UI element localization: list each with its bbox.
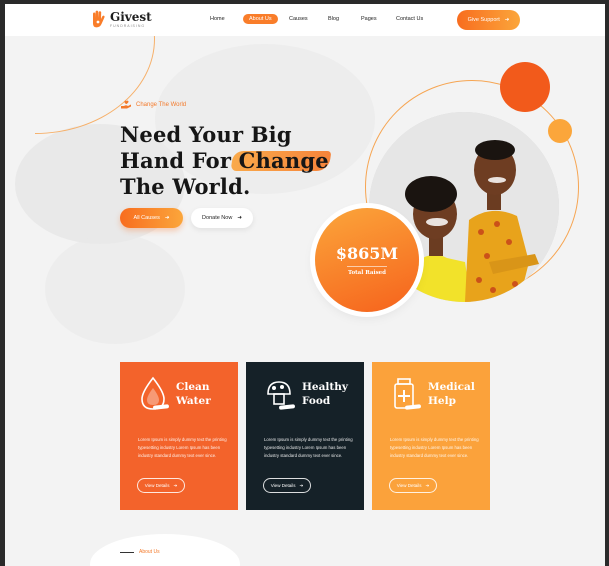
about-eyebrow: About Us	[120, 549, 160, 555]
view-details-button[interactable]: View Details ➜	[137, 478, 185, 493]
hand-heart-icon	[121, 100, 131, 109]
divider	[347, 266, 387, 267]
arrow-right-icon: ➜	[173, 482, 178, 488]
divider	[120, 551, 134, 553]
hero-title-line-2: Hand For Change	[120, 148, 329, 174]
arrow-right-icon: ➜	[425, 482, 430, 488]
hero-title-highlight: Change	[238, 148, 329, 173]
nav-about-us[interactable]: About Us	[243, 14, 278, 24]
arrow-right-icon: ➜	[164, 215, 170, 221]
eyebrow-text: Change The World	[136, 101, 187, 108]
view-details-label: View Details	[270, 483, 296, 488]
nav-contact-us[interactable]: Contact Us	[396, 16, 423, 22]
hero-title-line-2a: Hand For	[120, 148, 239, 173]
cause-card-healthy-food[interactable]: Healthy Food Lorem Ipsum is simply dummy…	[246, 362, 364, 510]
nav-home[interactable]: Home	[210, 16, 225, 22]
give-support-button[interactable]: Give Support ➜	[457, 10, 520, 30]
card-title-line-2: Help	[428, 395, 456, 407]
donate-now-label: Donate Now	[202, 215, 233, 221]
decorative-dot	[548, 119, 572, 143]
hero-title-line-1: Need Your Big	[120, 122, 292, 147]
nav-pages[interactable]: Pages	[361, 16, 377, 22]
card-title: Medical Help	[428, 380, 475, 408]
card-title-line-1: Clean	[176, 381, 210, 393]
hero-title-line-3: The World.	[120, 174, 251, 199]
arrow-right-icon: ➜	[299, 482, 304, 488]
card-title-line-1: Medical	[428, 381, 475, 393]
view-details-button[interactable]: View Details ➜	[263, 478, 311, 493]
world-map-shape	[45, 234, 185, 344]
view-details-label: View Details	[144, 483, 170, 488]
card-title: Healthy Food	[302, 380, 348, 408]
about-eyebrow-text: About Us	[139, 549, 160, 555]
navbar: Givest FUNDRAISING Home About Us Causes …	[5, 4, 605, 36]
card-title: Clean Water	[176, 380, 211, 408]
card-description: Lorem Ipsum is simply dummy text the pri…	[390, 437, 479, 458]
cause-card-medical-help[interactable]: Medical Help Lorem Ipsum is simply dummy…	[372, 362, 490, 510]
hero-title: Need Your Big Hand For Change The World.	[120, 122, 329, 200]
decorative-circle	[90, 534, 240, 566]
nav-blog[interactable]: Blog	[328, 16, 339, 22]
arrow-right-icon: ➜	[237, 215, 242, 221]
decorative-blob	[500, 62, 550, 112]
all-causes-label: All Causes	[133, 215, 160, 221]
arrow-right-icon: ➜	[504, 17, 510, 23]
nav-causes[interactable]: Causes	[289, 16, 308, 22]
total-raised-value: $865M	[335, 244, 399, 263]
view-details-button[interactable]: View Details ➜	[389, 478, 437, 493]
total-raised-badge: $865M Total Raised	[315, 208, 419, 312]
card-title-line-2: Water	[176, 395, 211, 407]
card-title-line-1: Healthy	[302, 381, 348, 393]
give-support-label: Give Support	[467, 17, 500, 23]
card-description: Lorem Ipsum is simply dummy text the pri…	[138, 437, 227, 458]
cause-card-clean-water[interactable]: Clean Water Lorem Ipsum is simply dummy …	[120, 362, 238, 510]
page: Givest FUNDRAISING Home About Us Causes …	[5, 4, 605, 566]
view-details-label: View Details	[396, 483, 422, 488]
hero-eyebrow: Change The World	[120, 100, 186, 109]
all-causes-button[interactable]: All Causes ➜	[120, 208, 183, 228]
total-raised-label: Total Raised	[347, 270, 387, 276]
card-description: Lorem Ipsum is simply dummy text the pri…	[264, 437, 353, 458]
card-title-line-2: Food	[302, 395, 331, 407]
donate-now-button[interactable]: Donate Now ➜	[191, 208, 253, 228]
